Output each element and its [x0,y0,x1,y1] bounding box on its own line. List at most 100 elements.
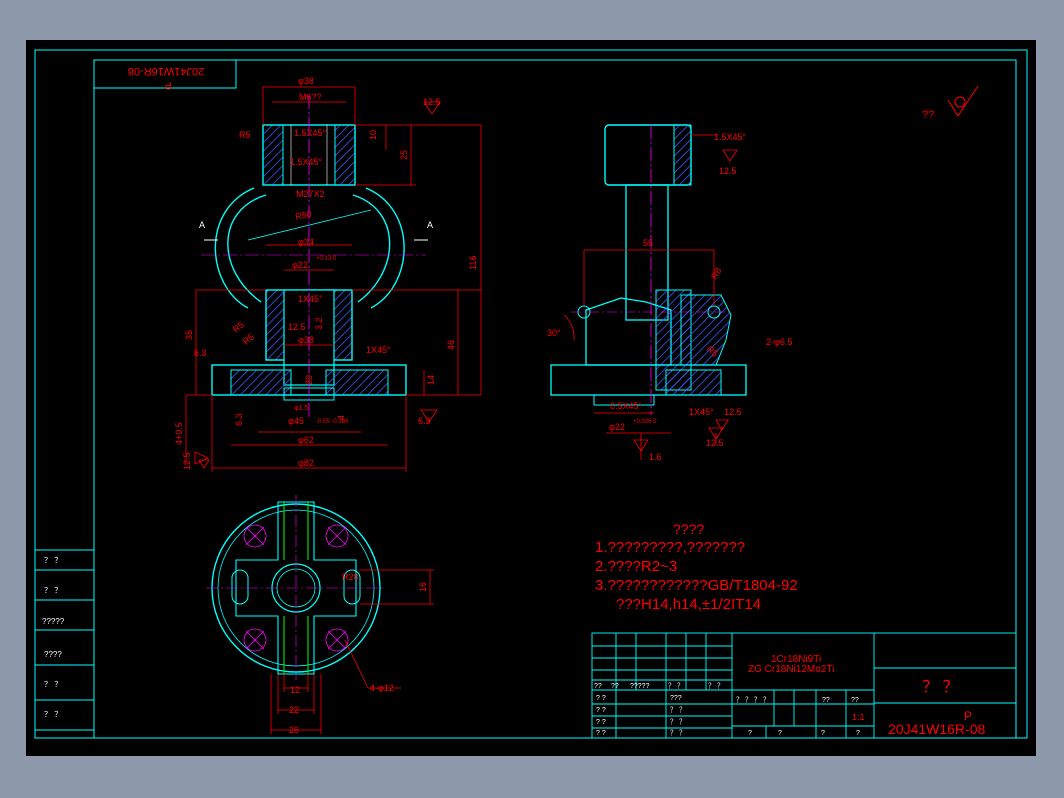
rough-6-3-b: 6.3 [234,413,244,426]
tb-r3b: ？ ？ [670,706,686,714]
mirrored-p: P [164,79,171,91]
dim-20: 20 [304,375,314,385]
front-view [201,95,428,420]
dim-d62: φ62 [298,435,314,445]
rough-12-5-b: 12.5 [288,322,306,332]
tb-r2c: ？ ？ ？ ？ [736,696,770,704]
tb-r2a: ? ? [596,695,606,702]
tb-r2e: ?? [851,697,859,704]
dim-d38-top: φ38 [298,76,314,86]
tb-r1d: ？ ？ [668,682,684,690]
tb-r5e: ? [821,730,825,737]
tb-r1b: ?? [611,683,619,690]
dim-r50: R50 [294,209,312,222]
notes-heading: ???? [673,521,704,537]
dim-46: 46 [446,340,456,350]
dim-25: 25 [399,150,409,160]
roughness-symbol [947,85,979,117]
tb-r3a: ? ? [596,707,606,714]
section-a-right: A [427,220,433,230]
plan-12: 12 [290,685,300,695]
side-d22: φ22 [609,422,625,432]
side-dim-55: 55 [643,238,653,248]
strip-label-6: ？ ？ [44,710,62,719]
plan-26: 26 [289,725,299,735]
dim-6-3-left: 6.3 [194,348,207,358]
notes-line-2: 2.????R2~3 [595,558,677,575]
rough-12-5-c: 12.5 [182,452,192,470]
dim-c1: 1X45° [298,294,323,304]
scale-value: 1:1 [852,712,865,722]
tb-r2d: ?? [822,697,830,704]
mirrored-code: 20J41W16R-08 [128,65,204,77]
drawing-number: 20J41W16R-08 [888,721,985,737]
side-rough-12-5-c: 12.5 [706,438,724,448]
tb-r2b: ??? [670,695,682,702]
side-d22-tol: +0.026 0 [633,419,657,425]
dim-r5-top: R5 [239,130,251,140]
notes-line-4: ???H14,h14,±1/2IT14 [616,596,761,613]
side-c15: 1.5X45° [714,132,747,142]
side-rough-1-6: 1.6 [649,452,662,462]
part-name: ？ ？ [922,679,958,696]
strip-label-1: ？ ？ [44,556,62,565]
dim-c1-r: 1X45° [366,345,391,355]
rough-12-5-a: 12.5 [423,97,441,107]
side-angle-30: 30° [547,328,561,338]
plan-16: 16 [418,582,428,592]
dim-c15-a: 1.5X45° [294,128,327,138]
rough-6-3-a: 6.3 [418,416,431,426]
outer-frame [34,49,1028,739]
tb-r1e: ？ ？ [708,682,724,690]
side-2-d6-5: 2-φ6.5 [766,337,792,347]
notes-line-3: 3.????????????GB/T1804-92 [595,577,798,594]
strip-label-5: ？ ？ [44,680,62,689]
plan-22: 22 [289,705,299,715]
tb-r5a: ? ? [596,730,606,737]
roughness-note: ?? [922,109,934,121]
side-rough-12-5-b: 12.5 [724,407,742,417]
side-c05: 0.5X45° [610,401,643,411]
tb-r1c: ????? [630,683,650,690]
tb-r5b: ？ ？ [670,729,686,737]
dim-d34: φ34 [298,237,314,247]
side-r8: R8 [709,266,723,281]
dim-d22: φ22 [292,260,308,270]
tb-r1a: ?? [594,683,602,690]
notes-line-1: 1.?????????,??????? [595,539,745,556]
tb-r5d: ? [778,730,782,737]
tb-r4a: ? ? [596,719,606,726]
mirrored-code-box: P 20J41W16R-08 [93,59,237,91]
strip-label-4: ???? [44,650,62,659]
strip-label-3: ????? [42,617,65,626]
dim-116: 116 [468,256,478,270]
dim-d22-tol: +0.13 0 [316,256,337,262]
front-dimensions [185,86,482,472]
tb-r4b: ？ ？ [670,718,686,726]
technical-notes: ???? 1.?????????,??????? 2.????R2~3 3.??… [595,521,798,613]
plan-view [206,495,386,680]
dim-4-05: 4+0.5 [174,422,184,445]
dim-d15: φ1.5 [294,405,308,412]
side-c1: 1X45° [689,407,714,417]
dim-r5-l2: R5 [241,331,256,346]
dim-m6: M6?? [299,92,322,102]
material-2: ZG Cr18Ni12Mo2Ti [748,664,834,675]
tb-r5f: ? [856,730,860,737]
cad-drawing: P 20J41W16R-08 ？ ？ ？ ？ ????? ???? ？ ？ ？ … [34,49,1028,739]
dim-10: 10 [368,130,378,140]
plan-4-d12: 4-φ12 [370,683,394,693]
dim-d82: φ82 [298,458,314,468]
dim-4: 4 [336,415,346,420]
dim-r5-left: R5 [231,319,246,334]
dim-c15-b: 1.5X45° [290,157,323,167]
dim-m27: M27X2 [296,189,325,199]
dim-d38-mid: φ38 [298,335,314,345]
dim-35: 35 [184,330,194,340]
section-a-left: A [199,220,205,230]
inner-frame [93,59,1017,739]
plan-r20: R20 [342,572,359,582]
tb-r5c: ? [748,730,752,737]
drawing-canvas: P 20J41W16R-08 ？ ？ ？ ？ ????? ???? ？ ？ ？ … [26,40,1036,756]
dim-d45: φ45 [288,416,304,426]
